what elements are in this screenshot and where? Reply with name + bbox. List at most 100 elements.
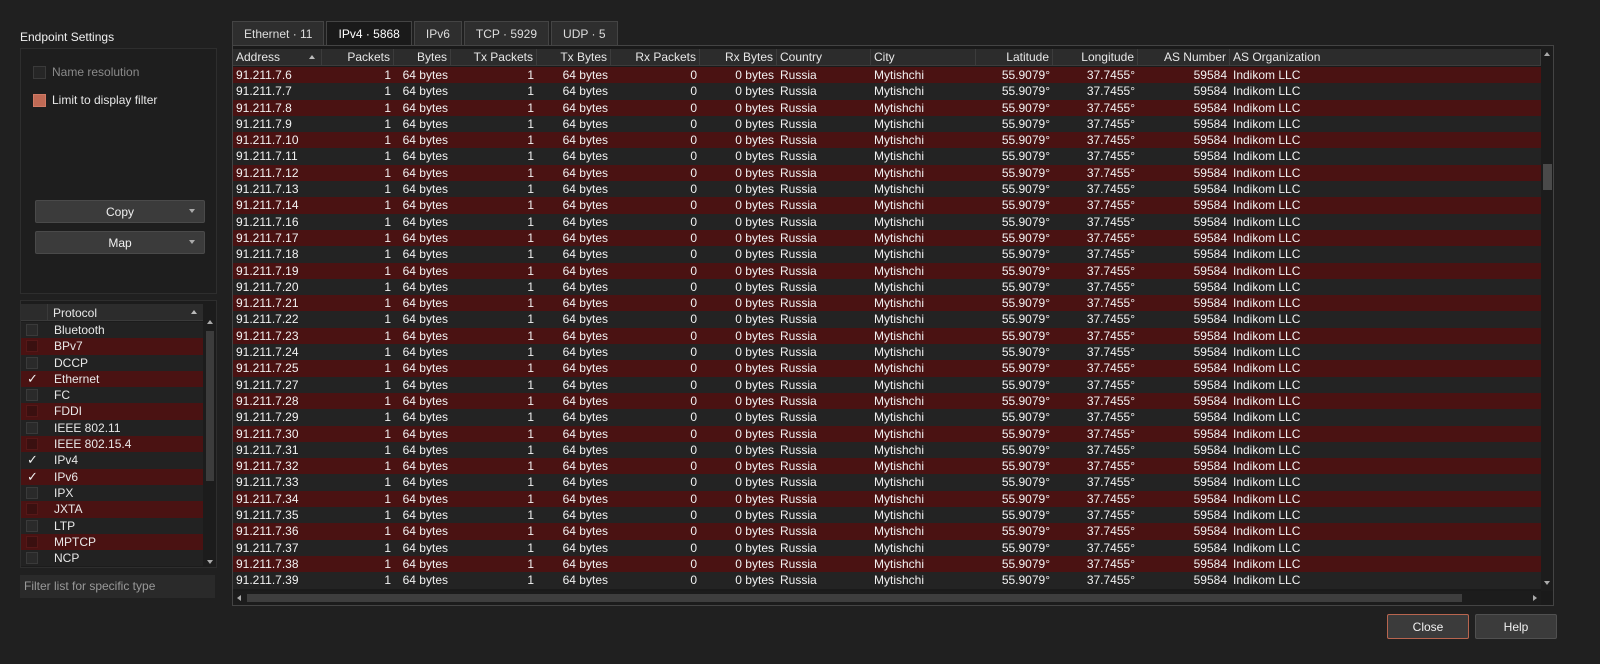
limit-to-display-filter-option[interactable]: Limit to display filter (33, 92, 157, 108)
protocol-checkbox[interactable] (26, 405, 38, 418)
table-row[interactable]: 91.211.7.17 1 64 bytes 1 64 bytes 0 0 bytes Rus… (233, 229, 1541, 247)
table-row[interactable]: 91.211.7.32 1 64 bytes 1 64 bytes 0 0 bytes Rus… (233, 458, 1541, 475)
protocol-list-item[interactable]: BPv7 (21, 338, 203, 355)
protocol-filter-input[interactable]: Filter list for specific type (20, 575, 215, 598)
table-row[interactable]: 91.211.7.30 1 64 bytes 1 64 bytes 0 0 bytes Rus… (233, 425, 1541, 442)
protocol-checkbox-column-header[interactable] (21, 304, 48, 321)
protocol-checkbox[interactable] (26, 389, 38, 402)
table-row[interactable]: 91.211.7.34 1 64 bytes 1 64 bytes 0 0 bytes Rus… (233, 490, 1541, 508)
table-row[interactable]: 91.211.7.38 1 64 bytes 1 64 bytes 0 0 bytes Rus… (233, 555, 1541, 573)
table-row[interactable]: 91.211.7.14 1 64 bytes 1 64 bytes 0 0 bytes Rus… (233, 197, 1541, 214)
scroll-left-icon[interactable] (237, 595, 241, 601)
scrollbar-thumb[interactable] (247, 594, 1462, 602)
scrollbar-thumb[interactable] (206, 331, 214, 481)
table-row[interactable]: 91.211.7.11 1 64 bytes 1 64 bytes 0 0 bytes Rus… (233, 148, 1541, 165)
protocol-checkbox-checked[interactable]: ✓ (26, 453, 38, 466)
column-header-country[interactable]: Country (777, 49, 871, 66)
table-row[interactable]: 91.211.7.10 1 64 bytes 1 64 bytes 0 0 bytes Rus… (233, 132, 1541, 149)
protocol-checkbox[interactable] (26, 519, 38, 532)
table-row[interactable]: 91.211.7.18 1 64 bytes 1 64 bytes 0 0 bytes Rus… (233, 246, 1541, 263)
protocol-checkbox-checked[interactable]: ✓ (26, 470, 38, 483)
protocol-list-item[interactable]: FC (21, 387, 203, 404)
protocol-list-scrollbar[interactable] (204, 317, 216, 567)
tab-ethernet[interactable]: Ethernet · 11 (232, 21, 325, 45)
table-row[interactable]: 91.211.7.20 1 64 bytes 1 64 bytes 0 0 bytes Rus… (233, 278, 1541, 296)
table-row[interactable]: 91.211.7.22 1 64 bytes 1 64 bytes 0 0 bytes Rus… (233, 311, 1541, 328)
column-header-tx-bytes[interactable]: Tx Bytes (537, 49, 611, 66)
table-row[interactable]: 91.211.7.16 1 64 bytes 1 64 bytes 0 0 bytes Rus… (233, 213, 1541, 230)
table-row[interactable]: 91.211.7.29 1 64 bytes 1 64 bytes 0 0 bytes Rus… (233, 409, 1541, 426)
table-row[interactable]: 91.211.7.7 1 64 bytes 1 64 bytes 0 0 bytes Russ… (233, 83, 1541, 100)
protocol-column-header[interactable]: Protocol (53, 306, 97, 320)
protocol-checkbox[interactable] (26, 552, 38, 565)
table-row[interactable]: 91.211.7.6 1 64 bytes 1 64 bytes 0 0 bytes Russ… (233, 67, 1541, 84)
protocol-list-item[interactable]: MPTCP (21, 533, 203, 551)
protocol-list-item[interactable]: FDDI (21, 403, 203, 420)
protocol-list-item[interactable]: LTP (21, 517, 203, 534)
table-row[interactable]: 91.211.7.25 1 64 bytes 1 64 bytes 0 0 bytes Rus… (233, 360, 1541, 377)
name-resolution-checkbox[interactable] (33, 65, 46, 79)
scroll-up-icon[interactable] (1544, 52, 1550, 56)
table-row[interactable]: 91.211.7.19 1 64 bytes 1 64 bytes 0 0 bytes Rus… (233, 262, 1541, 279)
protocol-checkbox[interactable] (26, 535, 38, 548)
protocol-list-item[interactable]: IEEE 802.15.4 (21, 436, 203, 453)
map-button[interactable]: Map (35, 231, 205, 254)
column-header-as-organization[interactable]: AS Organization (1230, 49, 1541, 66)
protocol-list-item[interactable]: ✓ Ethernet (21, 370, 203, 388)
table-row[interactable]: 91.211.7.27 1 64 bytes 1 64 bytes 0 0 bytes Rus… (233, 376, 1541, 393)
protocol-checkbox[interactable] (26, 324, 38, 336)
scrollbar-thumb[interactable] (1543, 164, 1552, 190)
protocol-list-item[interactable]: NCP (21, 550, 203, 567)
table-vertical-scrollbar[interactable] (1541, 46, 1553, 591)
tab-udp[interactable]: UDP · 5 (551, 21, 618, 45)
copy-button[interactable]: Copy (35, 200, 205, 223)
protocol-checkbox[interactable] (26, 356, 38, 369)
column-header-packets[interactable]: Packets (322, 49, 394, 66)
protocol-list-item[interactable]: ✓ IPv6 (21, 468, 203, 485)
table-row[interactable]: 91.211.7.28 1 64 bytes 1 64 bytes 0 0 bytes Rus… (233, 392, 1541, 410)
column-header-longitude[interactable]: Longitude (1053, 49, 1138, 66)
column-header-rx-packets[interactable]: Rx Packets (611, 49, 700, 66)
column-header-latitude[interactable]: Latitude (976, 49, 1053, 66)
protocol-checkbox[interactable] (26, 486, 38, 499)
protocol-list-item[interactable]: JXTA (21, 501, 203, 518)
protocol-checkbox[interactable] (26, 438, 38, 451)
protocol-checkbox[interactable] (26, 421, 38, 434)
table-row[interactable]: 91.211.7.9 1 64 bytes 1 64 bytes 0 0 bytes Russ… (233, 115, 1541, 133)
tab-ipv4[interactable]: IPv4 · 5868 (326, 21, 412, 46)
table-row[interactable]: 91.211.7.39 1 64 bytes 1 64 bytes 0 0 bytes Rus… (233, 572, 1541, 589)
protocol-list-item[interactable]: ✓ IPv4 (21, 452, 203, 469)
protocol-list-item[interactable]: Bluetooth (21, 322, 203, 339)
tab-tcp[interactable]: TCP · 5929 (463, 21, 550, 45)
scroll-down-icon[interactable] (1544, 581, 1550, 585)
table-row[interactable]: 91.211.7.33 1 64 bytes 1 64 bytes 0 0 bytes Rus… (233, 474, 1541, 491)
name-resolution-option[interactable]: Name resolution (33, 64, 139, 80)
table-row[interactable]: 91.211.7.21 1 64 bytes 1 64 bytes 0 0 bytes Rus… (233, 295, 1541, 312)
table-horizontal-scrollbar[interactable] (233, 591, 1541, 605)
protocol-list-header[interactable]: Protocol (21, 304, 203, 321)
limit-to-display-filter-checkbox[interactable] (33, 93, 46, 107)
help-button[interactable]: Help (1475, 614, 1557, 639)
scroll-up-icon[interactable] (207, 320, 213, 324)
column-header-address[interactable]: Address (233, 49, 322, 66)
table-row[interactable]: 91.211.7.23 1 64 bytes 1 64 bytes 0 0 bytes Rus… (233, 327, 1541, 345)
protocol-list-item[interactable]: DCCP (21, 354, 203, 371)
table-row[interactable]: 91.211.7.8 1 64 bytes 1 64 bytes 0 0 bytes Russ… (233, 99, 1541, 116)
column-header-city[interactable]: City (871, 49, 976, 66)
close-button[interactable]: Close (1387, 614, 1469, 639)
scroll-down-icon[interactable] (207, 560, 213, 564)
protocol-checkbox[interactable] (26, 503, 38, 516)
protocol-checkbox[interactable] (26, 340, 38, 353)
table-row[interactable]: 91.211.7.12 1 64 bytes 1 64 bytes 0 0 bytes Rus… (233, 164, 1541, 182)
table-row[interactable]: 91.211.7.13 1 64 bytes 1 64 bytes 0 0 bytes Rus… (233, 181, 1541, 198)
protocol-list-item[interactable]: IEEE 802.11 (21, 419, 203, 437)
column-header-tx-packets[interactable]: Tx Packets (451, 49, 537, 66)
column-header-as-number[interactable]: AS Number (1138, 49, 1230, 66)
table-row[interactable]: 91.211.7.35 1 64 bytes 1 64 bytes 0 0 bytes Rus… (233, 507, 1541, 524)
table-row[interactable]: 91.211.7.37 1 64 bytes 1 64 bytes 0 0 bytes Rus… (233, 539, 1541, 556)
scroll-right-icon[interactable] (1533, 595, 1537, 601)
table-row[interactable]: 91.211.7.24 1 64 bytes 1 64 bytes 0 0 bytes Rus… (233, 344, 1541, 361)
column-header-rx-bytes[interactable]: Rx Bytes (700, 49, 777, 66)
tab-ipv6[interactable]: IPv6 (413, 21, 462, 45)
protocol-checkbox-checked[interactable]: ✓ (26, 372, 38, 385)
